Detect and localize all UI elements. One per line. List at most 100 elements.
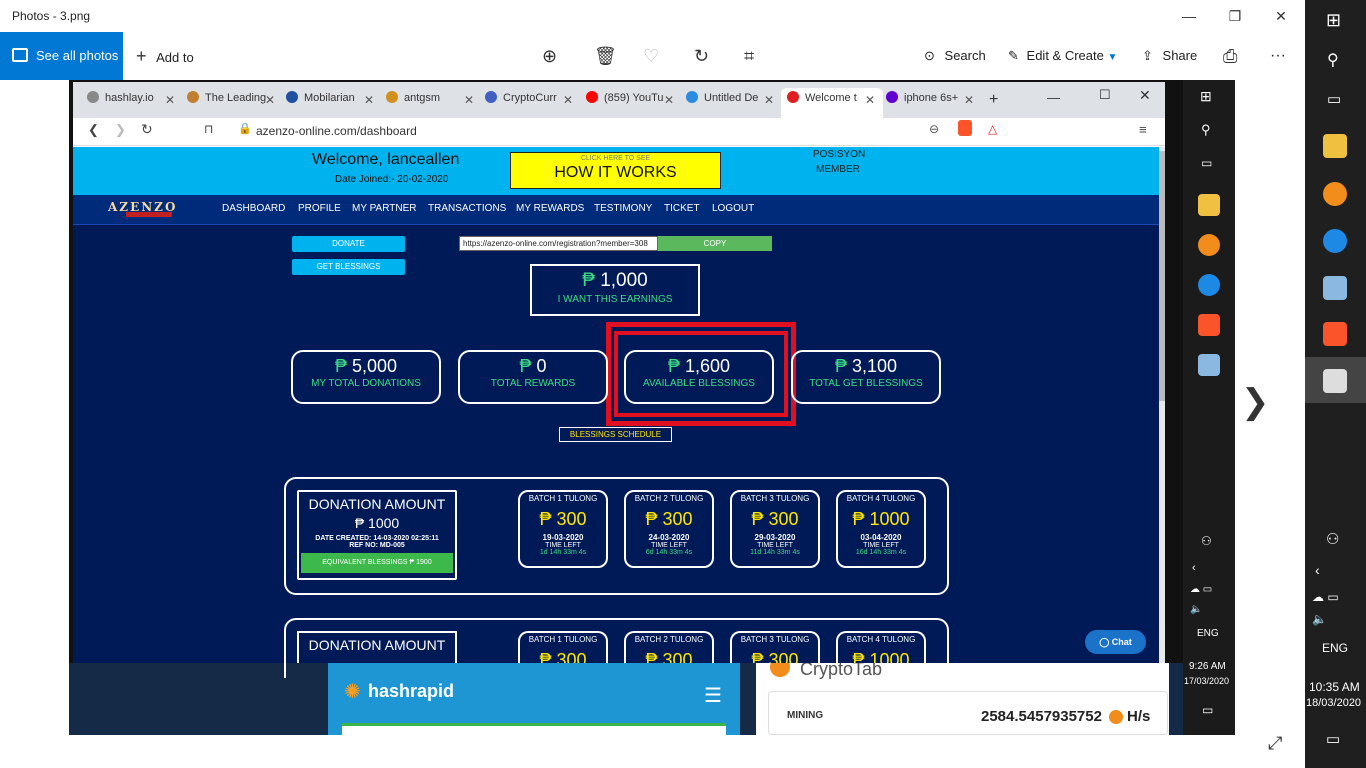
edge-icon[interactable] [1323,229,1347,253]
maximize-button[interactable]: ❐ [1212,0,1258,32]
cryptotab-icon[interactable] [1323,182,1347,206]
taskbar-search-icon[interactable]: ⚲ [1327,50,1339,70]
browser-close-button[interactable]: ✕ [1139,87,1151,104]
tab-close-icon[interactable]: ✕ [865,93,875,107]
add-to-button[interactable]: + Add to [136,32,194,80]
browser-menu-icon[interactable]: ≡ [1139,122,1147,137]
batch-title: BATCH 3 TULONG [740,635,810,644]
peso-sign: ₱ [582,270,595,291]
inner-clock-date: 17/03/2020 [1184,676,1230,686]
tab-close-icon[interactable]: ✕ [964,93,974,107]
get-blessings-button[interactable]: GET BLESSINGS [292,259,405,275]
search-button[interactable]: ⊙ Search [924,32,986,80]
delete-icon[interactable]: 🗑 [594,32,617,80]
how-it-works-button[interactable]: CLICK HERE TO SEE HOW IT WORKS [510,152,721,189]
brave-shield-icon[interactable] [958,120,972,136]
nav-item-dashboard[interactable]: DASHBOARD [222,203,285,214]
earnings-box[interactable]: ₱ 1,000 I WANT THIS EARNINGS [530,264,700,316]
stat-label: AVAILABLE BLESSINGS [643,378,755,389]
tab-close-icon[interactable]: ✕ [563,93,573,107]
batch-card: BATCH 2 TULONG ₱ 300 [624,631,714,663]
batch-card: BATCH 1 TULONG ₱ 300 [518,631,608,663]
zoom-out-icon[interactable]: ⊖ [929,122,939,136]
inner-notification-icon: ▭ [1202,703,1214,717]
brave-rewards-icon[interactable]: △ [988,122,997,136]
donate-button[interactable]: DONATE [292,236,405,252]
browser-tab[interactable]: hashlay.io [87,91,167,113]
browser-tab[interactable]: Mobilarian [286,91,366,113]
tab-favicon-icon [886,91,898,103]
browser-tab[interactable]: Welcome t [787,91,867,113]
batch-amount: ₱ 300 [539,509,587,529]
nav-item-testimony[interactable]: TESTIMONY [594,203,652,214]
back-icon[interactable]: ❮ [88,122,99,138]
share-button[interactable]: ⇪ Share [1142,32,1197,80]
copy-button[interactable]: COPY [658,236,772,251]
url-input[interactable]: azenzo-online.com/dashboard [256,124,417,138]
browser-minimize-button[interactable]: — [1047,90,1060,105]
clock-time[interactable]: 10:35 AM [1309,680,1360,694]
new-tab-button[interactable]: + [989,91,998,109]
zoom-icon[interactable]: ⊕ [542,32,557,80]
fullscreen-icon[interactable]: ⤢ [1268,733,1282,754]
crop-icon[interactable]: ⌗ [744,32,754,80]
photos-app-icon[interactable] [1323,369,1347,393]
tab-close-icon[interactable]: ✕ [464,93,474,107]
browser-maximize-button[interactable]: ☐ [1099,87,1111,103]
nav-item-my-rewards[interactable]: MY REWARDS [516,203,584,214]
browser-tab[interactable]: antgsm [386,91,466,113]
mining-label: MINING [787,710,824,721]
next-photo-icon[interactable]: ❯ [1241,382,1270,422]
tab-close-icon[interactable]: ✕ [265,93,275,107]
hamburger-icon[interactable]: ☰ [704,683,722,708]
bookmark-icon[interactable]: ⊓ [204,122,213,136]
nav-item-profile[interactable]: PROFILE [298,203,341,214]
batch-countdown: 6d 14h 33m 4s [645,549,693,556]
people-icon[interactable]: ⚇ [1326,530,1339,548]
reload-icon[interactable]: ↻ [141,121,153,138]
task-view-icon[interactable]: ▭ [1327,90,1341,108]
tab-close-icon[interactable]: ✕ [165,93,175,107]
batch-title: BATCH 2 TULONG [634,494,704,503]
tray-chevron-icon[interactable]: ‹ [1315,562,1320,578]
file-explorer-icon[interactable] [1323,134,1347,158]
print-icon[interactable]: ⎙ [1223,32,1237,80]
forward-icon[interactable]: ❯ [115,122,126,138]
page-scrollbar[interactable] [1159,147,1165,663]
browser-tab[interactable]: iphone 6s+ [886,91,966,113]
app-icon[interactable] [1323,276,1347,300]
browser-tab[interactable]: CryptoCurr [485,91,565,113]
tab-favicon-icon [686,91,698,103]
rotate-icon[interactable]: ↻ [694,32,709,80]
referral-link-input[interactable]: https://azenzo-online.com/registration?m… [459,236,658,251]
volume-icon[interactable]: 🔈 [1312,612,1327,626]
tab-close-icon[interactable]: ✕ [364,93,374,107]
donation-title: DONATION AMOUNT [308,496,446,512]
edit-create-button[interactable]: ✎ Edit & Create ▼ [1008,32,1117,80]
onedrive-icon[interactable]: ☁ ▭ [1312,590,1339,604]
nav-item-my-partner[interactable]: MY PARTNER [352,203,416,214]
edit-create-label: Edit & Create [1026,48,1104,63]
start-icon[interactable]: ⊞ [1326,10,1341,31]
favorite-icon[interactable]: ♡ [643,32,659,80]
browser-tab[interactable]: (859) YouTu [586,91,666,113]
clock-date[interactable]: 18/03/2020 [1306,697,1361,709]
see-all-photos-button[interactable]: See all photos [0,32,123,80]
browser-tab[interactable]: Untitled De [686,91,766,113]
brave-icon[interactable] [1323,322,1347,346]
close-button[interactable]: ✕ [1258,0,1304,32]
tab-close-icon[interactable]: ✕ [664,93,674,107]
nav-item-logout[interactable]: LOGOUT [712,203,754,214]
chat-button[interactable]: ◯ Chat [1085,630,1146,654]
peso-sign: ₱ [667,356,680,376]
minimize-button[interactable]: — [1166,0,1212,32]
blessings-schedule-button[interactable]: BLESSINGS SCHEDULE [559,427,672,442]
language-indicator[interactable]: ENG [1322,641,1348,655]
nav-item-transactions[interactable]: TRANSACTIONS [428,203,506,214]
browser-tab[interactable]: The Leading [187,91,267,113]
tab-close-icon[interactable]: ✕ [764,93,774,107]
more-button[interactable]: ··· [1270,32,1286,80]
nav-item-ticket[interactable]: TICKET [664,203,700,214]
action-center-icon[interactable]: ▭ [1326,730,1340,748]
inner-tray-chevron-icon: ‹ [1192,562,1196,574]
